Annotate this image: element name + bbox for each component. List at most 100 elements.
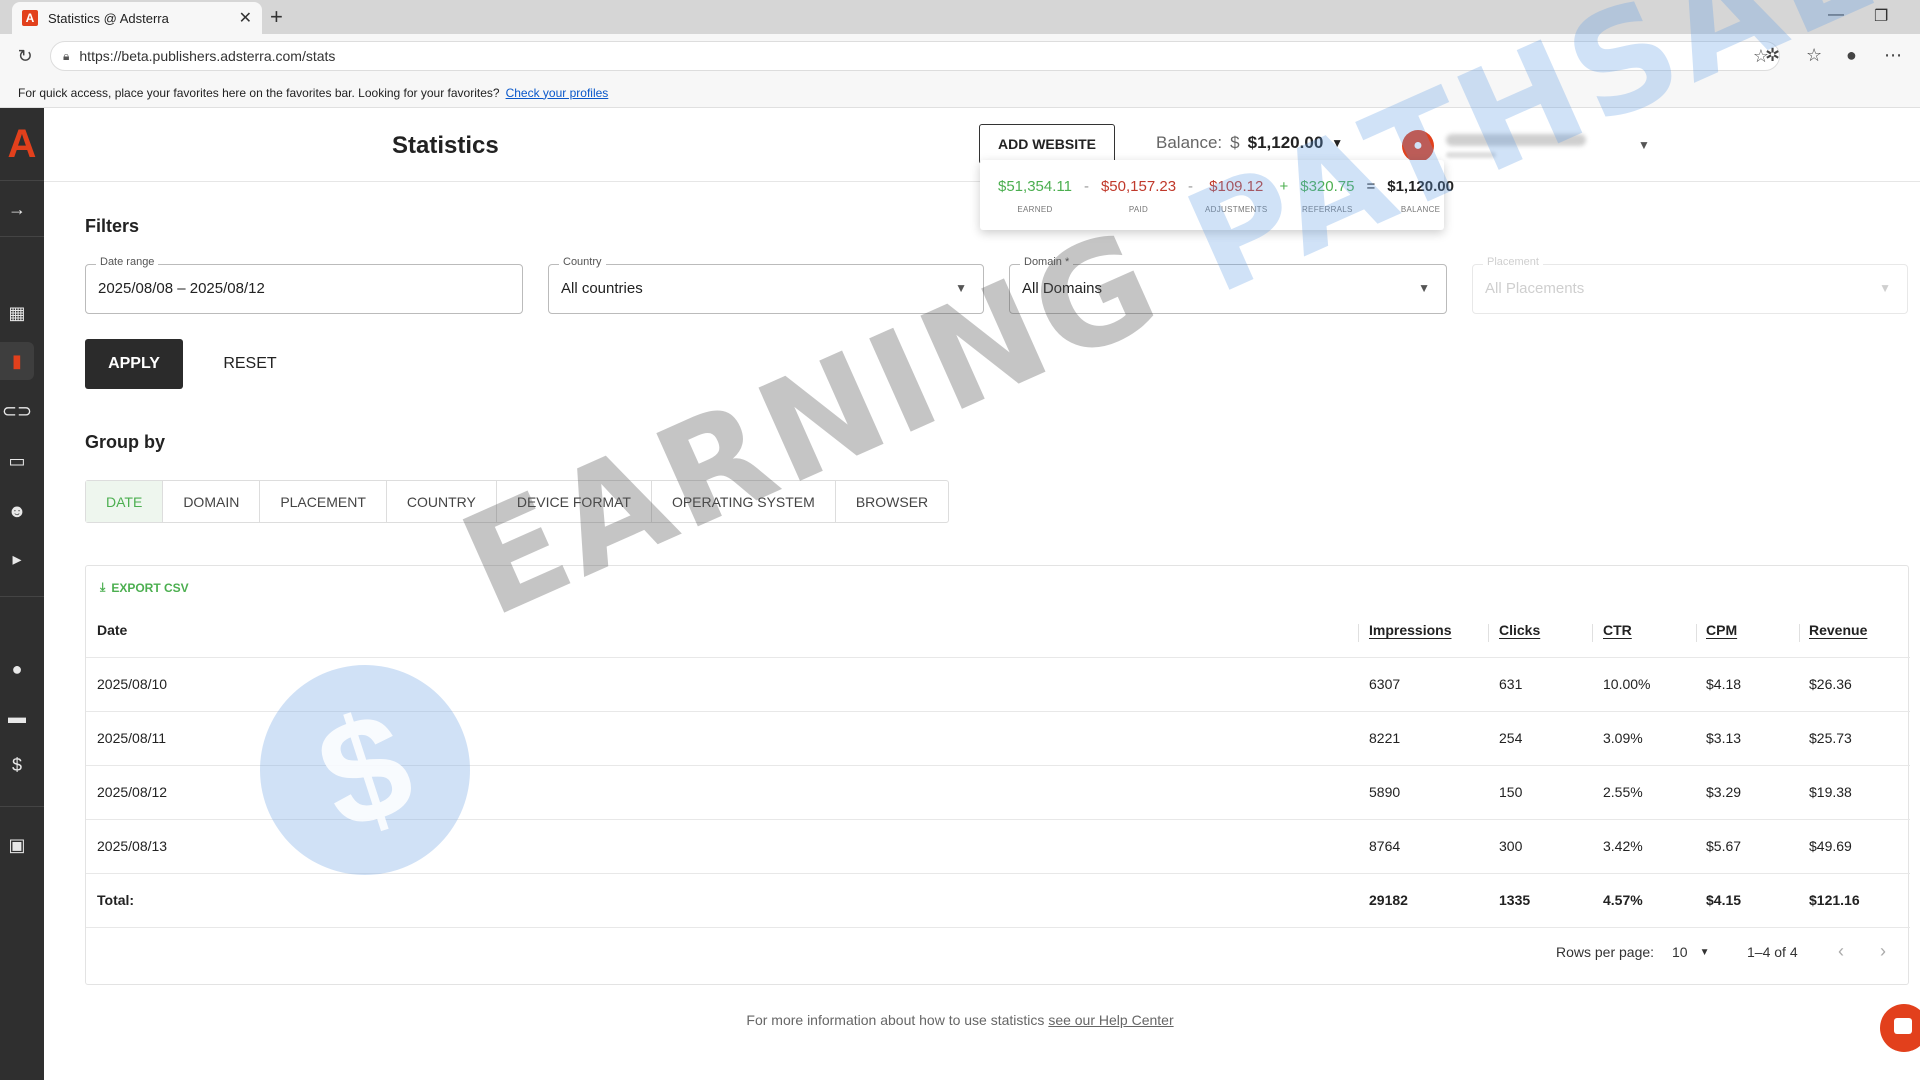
- browser-tab-bar: A Statistics @ Adsterra ✕ + — ❐: [0, 0, 1920, 34]
- favorites-icon[interactable]: ☆: [1806, 45, 1822, 66]
- total-impressions: 29182: [1369, 892, 1408, 908]
- user-sub-blurred: [1446, 152, 1496, 158]
- header-ctr-text: CTR: [1603, 622, 1632, 638]
- header-clicks[interactable]: Clicks: [1499, 622, 1540, 638]
- adsterra-logo-icon[interactable]: A: [0, 122, 44, 166]
- rows-per-page-select[interactable]: 10 ▼: [1672, 944, 1709, 960]
- gift-icon[interactable]: ▣: [0, 826, 34, 864]
- help-text: For more information about how to use st…: [746, 1012, 1045, 1028]
- table-row: 2025/08/11 8221 254 3.09% $3.13 $25.73: [86, 712, 1910, 766]
- check-profiles-link[interactable]: Check your profiles: [506, 86, 609, 100]
- cell-revenue: $49.69: [1809, 838, 1852, 854]
- link-icon[interactable]: ⊂⊃: [0, 392, 34, 430]
- header-cpm[interactable]: CPM: [1706, 622, 1737, 638]
- tab-browser[interactable]: BROWSER: [836, 481, 948, 522]
- tab-domain[interactable]: DOMAIN: [163, 481, 261, 522]
- paid-value: $50,157.23: [1100, 178, 1177, 195]
- tab-device-format[interactable]: DEVICE FORMAT: [497, 481, 652, 522]
- date-range-field[interactable]: Date range 2025/08/08 – 2025/08/12: [85, 256, 523, 314]
- table-header-row: Date Impressions Clicks CTR CPM Revenue: [86, 604, 1910, 658]
- total-revenue: $121.16: [1809, 892, 1860, 908]
- date-range-label: Date range: [96, 256, 159, 268]
- header-ctr[interactable]: CTR: [1603, 622, 1632, 638]
- cell-cpm: $5.67: [1706, 838, 1742, 854]
- url-text: https://beta.publishers.adsterra.com/sta…: [79, 48, 336, 64]
- next-page-icon[interactable]: ›: [1880, 941, 1886, 962]
- browser-tab[interactable]: A Statistics @ Adsterra ✕: [12, 2, 262, 34]
- prev-page-icon[interactable]: ‹: [1838, 941, 1844, 962]
- reset-button[interactable]: RESET: [210, 339, 290, 389]
- table-row: 2025/08/13 8764 300 3.42% $5.67 $49.69: [86, 820, 1910, 874]
- apply-button[interactable]: APPLY: [85, 339, 183, 389]
- balance-dropdown[interactable]: Balance: $ $1,120.00 ▼: [1156, 133, 1343, 153]
- chat-widget-icon[interactable]: [1880, 1004, 1920, 1052]
- table-row: 2025/08/10 6307 631 10.00% $4.18 $26.36: [86, 658, 1910, 712]
- export-csv-button[interactable]: ⤓ EXPORT CSV: [100, 580, 189, 595]
- reload-icon[interactable]: ↻: [12, 43, 38, 69]
- header-date[interactable]: Date: [97, 622, 127, 638]
- header-separator: [1592, 624, 1593, 642]
- extensions-icon[interactable]: ✲: [1765, 45, 1780, 66]
- restore-icon[interactable]: ❐: [1874, 6, 1888, 26]
- earned-caption: EARNED: [1017, 205, 1053, 214]
- minimize-icon[interactable]: —: [1828, 6, 1844, 24]
- tab-operating-system[interactable]: OPERATING SYSTEM: [652, 481, 836, 522]
- collapse-arrow-icon[interactable]: →: [0, 190, 34, 228]
- header-impressions[interactable]: Impressions: [1369, 622, 1451, 638]
- help-footer: For more information about how to use st…: [0, 1012, 1920, 1028]
- cell-revenue: $19.38: [1809, 784, 1852, 800]
- help-center-link[interactable]: see our Help Center: [1048, 1012, 1173, 1028]
- header-revenue[interactable]: Revenue: [1809, 622, 1867, 638]
- profile-icon[interactable]: ●: [1846, 45, 1857, 66]
- cell-ctr: 2.55%: [1603, 784, 1643, 800]
- address-bar[interactable]: 🔒︎ https://beta.publishers.adsterra.com/…: [50, 41, 1780, 71]
- sidebar: A → ▦ ▮ ⊂⊃ ▭ ☻ ▸ ● ▬ $ ▣: [0, 108, 44, 1080]
- total-cpm: $4.15: [1706, 892, 1742, 908]
- dashboard-icon[interactable]: ▦: [0, 294, 34, 332]
- user-avatar-icon[interactable]: ●: [1402, 130, 1434, 162]
- caret-down-icon: ▼: [1331, 136, 1344, 150]
- cell-clicks: 300: [1499, 838, 1523, 854]
- domain-select[interactable]: Domain * All Domains ▼: [1009, 256, 1447, 314]
- filters-heading: Filters: [85, 216, 140, 236]
- adjustments-caption: ADJUSTMENTS: [1205, 205, 1268, 214]
- placement-select: Placement All Placements ▼: [1472, 256, 1908, 314]
- date-range-value: 2025/08/08 – 2025/08/12: [98, 280, 265, 297]
- account-icon[interactable]: ●: [0, 650, 34, 688]
- export-csv-label: EXPORT CSV: [111, 580, 189, 595]
- download-icon: ⤓: [100, 580, 106, 594]
- payments-icon[interactable]: ▬: [0, 698, 34, 736]
- header-revenue-text: Revenue: [1809, 622, 1868, 638]
- cell-date: 2025/08/12: [97, 784, 168, 800]
- user-name-blurred: [1446, 134, 1586, 146]
- browser-toolbar: ↻ 🔒︎ https://beta.publishers.adsterra.co…: [0, 34, 1920, 78]
- user-menu-caret-icon[interactable]: ▼: [1638, 138, 1650, 152]
- cell-clicks: 254: [1499, 730, 1523, 746]
- terminal-icon[interactable]: ▸: [0, 540, 34, 578]
- cell-ctr: 10.00%: [1603, 676, 1651, 692]
- dollar-icon[interactable]: $: [0, 746, 34, 784]
- rows-per-page-label: Rows per page:: [1556, 944, 1655, 960]
- country-select[interactable]: Country All countries ▼: [548, 256, 984, 314]
- adsterra-favicon-icon: A: [22, 10, 38, 26]
- header-impressions-text: Impressions: [1369, 622, 1452, 638]
- header-separator: [1799, 624, 1800, 642]
- cell-impressions: 6307: [1369, 676, 1401, 692]
- new-tab-icon[interactable]: +: [270, 4, 283, 30]
- users-icon[interactable]: ☻: [0, 492, 34, 530]
- dropdown-arrow-icon: ▼: [955, 281, 967, 295]
- tab-country[interactable]: COUNTRY: [387, 481, 497, 522]
- pagination-range: 1–4 of 4: [1747, 944, 1798, 960]
- more-icon[interactable]: ⋯: [1884, 45, 1902, 66]
- tab-placement[interactable]: PLACEMENT: [260, 481, 387, 522]
- add-website-button[interactable]: ADD WEBSITE: [979, 124, 1115, 164]
- cell-date: 2025/08/10: [97, 676, 168, 692]
- statistics-icon[interactable]: ▮: [0, 342, 34, 380]
- cell-ctr: 3.09%: [1603, 730, 1643, 746]
- tab-date[interactable]: DATE: [86, 481, 164, 522]
- cell-revenue: $26.36: [1809, 676, 1852, 692]
- country-label: Country: [559, 256, 606, 268]
- close-tab-icon[interactable]: ✕: [239, 8, 252, 28]
- minus-sign: -: [1188, 178, 1194, 195]
- monitor-icon[interactable]: ▭: [0, 442, 34, 480]
